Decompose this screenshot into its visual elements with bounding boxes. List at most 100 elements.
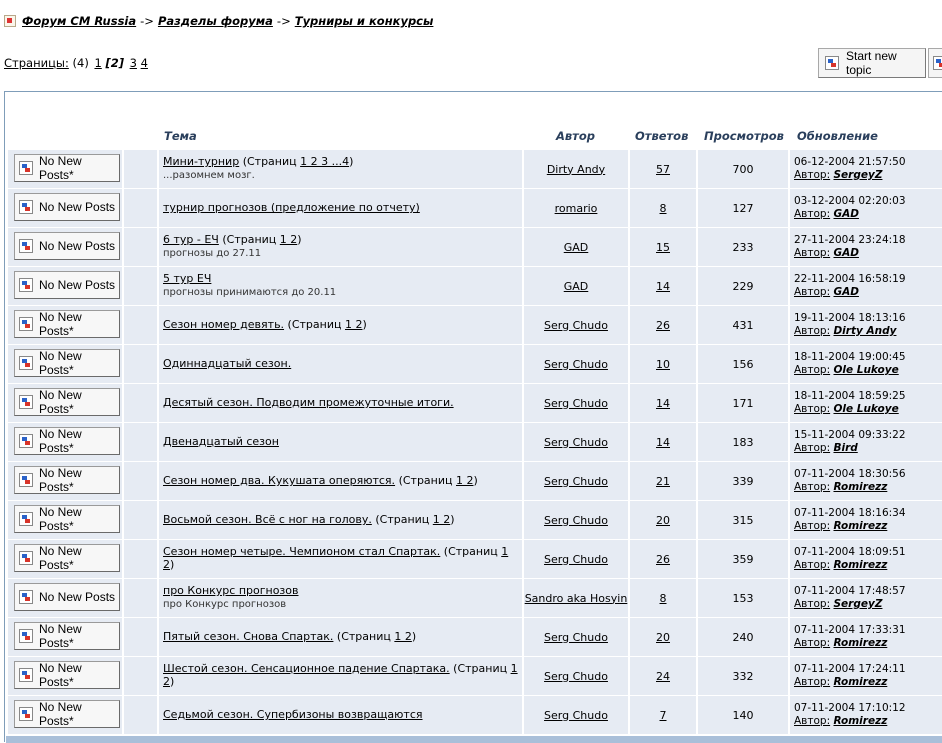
- last-author-link[interactable]: Romirezz: [833, 637, 887, 649]
- topic-status-button[interactable]: No New Posts*: [14, 427, 120, 455]
- replies-link[interactable]: 20: [656, 631, 670, 644]
- last-author-link[interactable]: Romirezz: [833, 559, 887, 571]
- last-author-link[interactable]: Romirezz: [833, 481, 887, 493]
- topic-title-link[interactable]: Мини-турнир: [163, 155, 239, 168]
- page-link-1[interactable]: 1: [94, 56, 101, 70]
- topic-title-link[interactable]: 5 тур ЕЧ: [163, 272, 211, 285]
- topic-status-button[interactable]: No New Posts*: [14, 310, 120, 338]
- last-author-label: Автор:: [794, 520, 831, 532]
- topic-status-button[interactable]: No New Posts*: [14, 622, 120, 650]
- topic-pages-link[interactable]: 1 2: [456, 474, 474, 487]
- last-author-link[interactable]: Romirezz: [833, 676, 887, 688]
- last-update-date: 07-11-2004 18:16:34: [794, 507, 906, 519]
- last-author-link[interactable]: Ole Lukoye: [833, 403, 898, 415]
- topic-status-button[interactable]: No New Posts: [14, 583, 120, 611]
- page-link-4[interactable]: 4: [141, 56, 148, 70]
- replies-link[interactable]: 14: [656, 280, 670, 293]
- replies-link[interactable]: 24: [656, 670, 670, 683]
- last-author-link[interactable]: GAD: [833, 247, 858, 259]
- replies-link[interactable]: 21: [656, 475, 670, 488]
- topic-author-link[interactable]: GAD: [564, 241, 589, 254]
- last-author-link[interactable]: Romirezz: [833, 520, 887, 532]
- topic-author-link[interactable]: Dirty Andy: [547, 163, 605, 176]
- start-new-topic-label: Start new topic: [846, 49, 897, 77]
- replies-link[interactable]: 8: [660, 592, 667, 605]
- topic-pages-link[interactable]: 1 2: [280, 233, 298, 246]
- topic-title-link[interactable]: Сезон номер два. Кукушата оперяются.: [163, 474, 395, 487]
- topic-pages-link[interactable]: 1 2 3 ...4: [300, 155, 349, 168]
- topic-title-link[interactable]: Одиннадцатый сезон.: [163, 357, 291, 370]
- topic-author-link[interactable]: Serg Chudo: [544, 670, 608, 683]
- topic-author-link[interactable]: Serg Chudo: [544, 553, 608, 566]
- last-author-link[interactable]: GAD: [833, 208, 858, 220]
- last-author-link[interactable]: Dirty Andy: [833, 325, 896, 337]
- topic-title-link[interactable]: Пятый сезон. Снова Спартак.: [163, 630, 333, 643]
- topic-status-label: No New Posts: [39, 278, 116, 292]
- replies-link[interactable]: 26: [656, 553, 670, 566]
- topic-title-link[interactable]: Десятый сезон. Подводим промежуточные ит…: [163, 396, 454, 409]
- replies-link[interactable]: 57: [656, 163, 670, 176]
- last-author-link[interactable]: Bird: [833, 442, 857, 454]
- topic-author-link[interactable]: Sandro aka Hosyin: [525, 592, 628, 605]
- start-new-topic-button[interactable]: Start new topic: [818, 48, 926, 78]
- replies-link[interactable]: 15: [656, 241, 670, 254]
- topic-title-link[interactable]: турнир прогнозов (предложение по отчету): [163, 201, 420, 214]
- replies-link[interactable]: 7: [660, 709, 667, 722]
- topic-title-link[interactable]: про Конкурс прогнозов: [163, 584, 298, 597]
- topic-title-link[interactable]: Двенадцатый сезон: [163, 435, 279, 448]
- topic-author-link[interactable]: Serg Chudo: [544, 358, 608, 371]
- topic-author-link[interactable]: GAD: [564, 280, 589, 293]
- topic-author-link[interactable]: Serg Chudo: [544, 397, 608, 410]
- page-link-3[interactable]: 3: [130, 56, 137, 70]
- topic-author-link[interactable]: Serg Chudo: [544, 436, 608, 449]
- new-poll-button[interactable]: [928, 48, 942, 78]
- broken-image-icon: [19, 278, 33, 292]
- author-cell: Serg Chudo: [524, 345, 628, 383]
- last-author-link[interactable]: GAD: [833, 286, 858, 298]
- views-count: 332: [732, 669, 754, 683]
- topic-title-link[interactable]: Шестой сезон. Сенсационное падение Спарт…: [163, 662, 450, 675]
- topic-title-link[interactable]: 6 тур - ЕЧ: [163, 233, 219, 246]
- last-author-link[interactable]: SergeyZ: [833, 598, 882, 610]
- replies-link[interactable]: 20: [656, 514, 670, 527]
- topic-pages-link[interactable]: 1 2: [345, 318, 363, 331]
- breadcrumb-sections[interactable]: Разделы форума: [158, 14, 273, 28]
- topic-author-link[interactable]: Serg Chudo: [544, 514, 608, 527]
- replies-cell: 10: [630, 345, 696, 383]
- broken-image-icon: [933, 56, 942, 70]
- topic-status-button[interactable]: No New Posts*: [14, 154, 120, 182]
- topic-status-button[interactable]: No New Posts*: [14, 700, 120, 728]
- topic-author-link[interactable]: Serg Chudo: [544, 475, 608, 488]
- replies-link[interactable]: 26: [656, 319, 670, 332]
- topic-title-link[interactable]: Сезон номер девять.: [163, 318, 284, 331]
- topic-status-button[interactable]: No New Posts: [14, 193, 120, 221]
- topic-title-link[interactable]: Седьмой сезон. Супербизоны возвращаются: [163, 708, 423, 721]
- topic-pages-link[interactable]: 1 2: [394, 630, 412, 643]
- last-author-link[interactable]: Romirezz: [833, 715, 887, 727]
- breadcrumb-forum[interactable]: Форум CM Russia: [22, 14, 136, 28]
- replies-link[interactable]: 10: [656, 358, 670, 371]
- topic-author-link[interactable]: romario: [555, 202, 598, 215]
- last-author-link[interactable]: Ole Lukoye: [833, 364, 898, 376]
- topic-status-button[interactable]: No New Posts*: [14, 466, 120, 494]
- topic-title-link[interactable]: Сезон номер четыре. Чемпионом стал Спарт…: [163, 545, 440, 558]
- topic-author-link[interactable]: Serg Chudo: [544, 709, 608, 722]
- topic-author-link[interactable]: Serg Chudo: [544, 631, 608, 644]
- topic-status-button[interactable]: No New Posts: [14, 232, 120, 260]
- topic-status-button[interactable]: No New Posts*: [14, 349, 120, 377]
- topic-pages-link[interactable]: 1 2: [433, 513, 451, 526]
- topic-status-button[interactable]: No New Posts*: [14, 661, 120, 689]
- topic-author-link[interactable]: Serg Chudo: [544, 319, 608, 332]
- replies-link[interactable]: 8: [660, 202, 667, 215]
- topic-status-button[interactable]: No New Posts: [14, 271, 120, 299]
- replies-link[interactable]: 14: [656, 436, 670, 449]
- topic-status-button[interactable]: No New Posts*: [14, 388, 120, 416]
- topic-title-link[interactable]: Восьмой сезон. Всё с ног на голову.: [163, 513, 372, 526]
- breadcrumb-current[interactable]: Турниры и конкурсы: [295, 14, 434, 28]
- topic-status-button[interactable]: No New Posts*: [14, 505, 120, 533]
- status-cell: No New Posts*: [8, 540, 122, 578]
- topic-status-button[interactable]: No New Posts*: [14, 544, 120, 572]
- last-author-link[interactable]: SergeyZ: [833, 169, 882, 181]
- pagination-label[interactable]: Страницы:: [4, 56, 69, 70]
- replies-link[interactable]: 14: [656, 397, 670, 410]
